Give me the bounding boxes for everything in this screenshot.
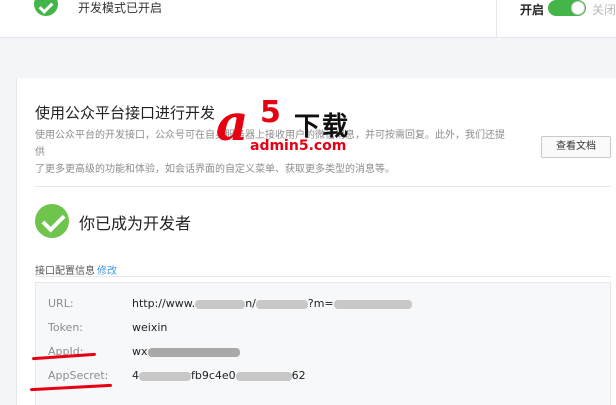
description-line: 了更多更高级的功能和体验，如会话界面的自定义菜单、获取更多类型的消息等。	[35, 164, 395, 175]
config-key: Token:	[48, 321, 84, 334]
watermark-url: admin5.com	[250, 138, 347, 154]
view-docs-button[interactable]: 查看文档	[541, 136, 611, 158]
watermark-digit: 5	[260, 95, 281, 130]
appsecret-value-part: 62	[291, 369, 306, 382]
dev-mode-status-title: 开发模式已开启	[78, 1, 163, 15]
appsecret-value-part: 4	[132, 369, 139, 382]
appsecret-value-part: fb9c4e0	[191, 369, 236, 382]
config-section-label: 接口配置信息	[35, 266, 95, 277]
watermark-letter: a	[216, 93, 249, 152]
check-circle-icon	[34, 0, 58, 16]
edit-config-link[interactable]: 修改	[97, 262, 117, 277]
divider	[496, 0, 497, 38]
config-key: URL:	[48, 297, 74, 310]
redacted-block	[235, 371, 292, 381]
appid-value: wx	[132, 345, 240, 358]
top-bar: 开发模式已开启 开启 关闭	[0, 0, 616, 38]
url-value-part: ?m=	[307, 297, 334, 310]
redacted-block	[147, 347, 240, 357]
redacted-block	[195, 299, 246, 309]
success-check-icon	[35, 204, 69, 238]
config-box: URL: http://www. n/?m= Token: weixin AppI…	[35, 282, 611, 405]
toggle-knob[interactable]	[571, 1, 585, 15]
config-key: AppSecret:	[48, 369, 109, 382]
section-divider	[35, 186, 611, 187]
redacted-block	[333, 299, 412, 309]
developer-section-title: 使用公众平台接口进行开发	[35, 104, 216, 122]
token-value: weixin	[132, 321, 168, 334]
redacted-block	[139, 371, 191, 381]
appid-value-part: wx	[132, 345, 148, 358]
config-divider	[35, 276, 611, 277]
toggle-on-label: 开启	[520, 3, 545, 17]
dev-mode-toggle[interactable]	[548, 0, 586, 16]
became-developer-heading: 你已成为开发者	[79, 214, 192, 233]
url-value-part: http://www.	[132, 297, 196, 310]
toggle-off-label: 关闭	[592, 3, 616, 17]
redacted-block	[255, 299, 308, 309]
url-value: http://www. n/ ?m=	[132, 297, 412, 310]
url-value-part: n/	[245, 297, 256, 310]
appsecret-value: 4 fb9c4e0 62	[132, 369, 306, 382]
admin5-watermark-logo: a 5 下载 admin5.com	[208, 98, 383, 156]
